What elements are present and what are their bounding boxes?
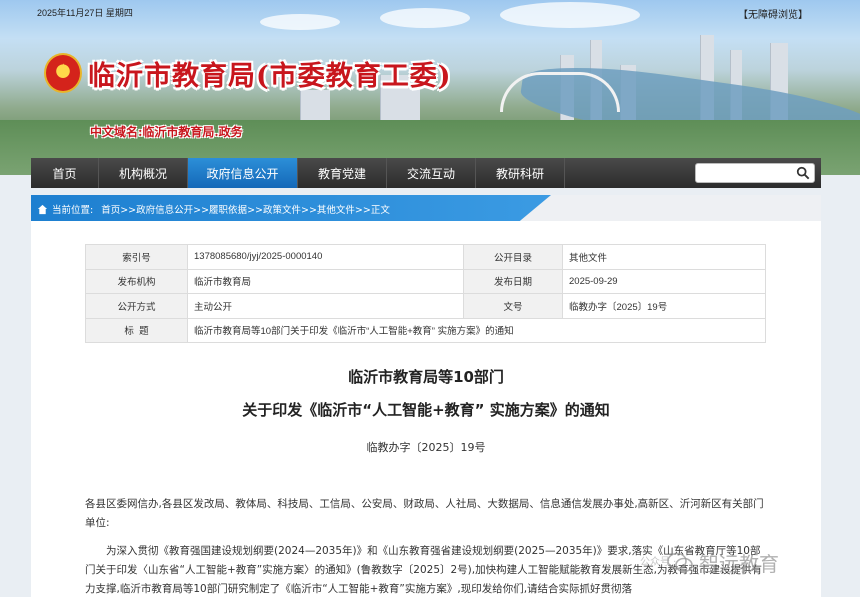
search-input[interactable] bbox=[696, 167, 791, 186]
cloud-decoration bbox=[380, 8, 470, 28]
breadcrumb-current: >>正文 bbox=[354, 205, 390, 216]
main-nav: 首页 机构概况 政府信息公开 教育党建 交流互动 教研科研 bbox=[31, 158, 821, 188]
table-row: 公开方式 主动公开 文号 临教办字〔2025〕19号 bbox=[85, 293, 766, 319]
nav-gov-info[interactable]: 政府信息公开 bbox=[188, 158, 298, 188]
date-value: 2025-09-29 bbox=[562, 268, 766, 294]
domain-name: 中文域名:临沂市教育局.政务 bbox=[90, 125, 243, 139]
watermark: 智远教育 bbox=[667, 548, 779, 577]
index-value: 1378085680/jyj/2025-0000140 bbox=[187, 244, 464, 270]
breadcrumb-label: 当前位置: bbox=[52, 205, 94, 216]
search-box bbox=[695, 163, 815, 186]
breadcrumb: 当前位置: 首页 >>政府信息公开 >>履职依据 >>政策文件 >>其他文件 >… bbox=[37, 202, 390, 216]
catalog-value: 其他文件 bbox=[562, 244, 766, 270]
article-title-line1: 临沂市教育局等10部门 bbox=[348, 368, 504, 386]
docno-value: 临教办字〔2025〕19号 bbox=[562, 293, 766, 319]
site-title: 临沂市教育局(市委教育工委) bbox=[88, 61, 452, 92]
accessibility-link[interactable]: 【无障碍浏览】 bbox=[738, 6, 808, 21]
home-icon bbox=[37, 204, 48, 214]
current-date: 2025年11月27日 星期四 bbox=[37, 8, 133, 18]
wechat-icon bbox=[667, 552, 693, 572]
issuer-label: 发布机构 bbox=[85, 268, 188, 294]
table-row: 标 题 临沂市教育局等10部门关于印发《临沂市“人工智能+教育” 实施方案》的通… bbox=[85, 317, 766, 343]
breadcrumb-duty-basis[interactable]: >>履职依据 bbox=[193, 202, 247, 216]
table-row: 索引号 1378085680/jyj/2025-0000140 公开目录 其他文… bbox=[85, 244, 766, 270]
article-paragraph-1: 各县区委网信办,各县区发改局、教体局、科技局、工信局、公安局、财政局、人社局、大… bbox=[85, 498, 764, 529]
nav-home[interactable]: 首页 bbox=[31, 158, 99, 188]
nav-interaction[interactable]: 交流互动 bbox=[387, 158, 476, 188]
article-doc-number: 临教办字〔2025〕19号 bbox=[366, 441, 486, 454]
breadcrumb-gov-info[interactable]: >>政府信息公开 bbox=[120, 202, 193, 216]
date-label: 发布日期 bbox=[463, 268, 563, 294]
breadcrumb-bar: 当前位置: 首页 >>政府信息公开 >>履职依据 >>政策文件 >>其他文件 >… bbox=[31, 195, 821, 221]
breadcrumb-policy-files[interactable]: >>政策文件 bbox=[247, 202, 301, 216]
nav-party-building[interactable]: 教育党建 bbox=[298, 158, 387, 188]
index-label: 索引号 bbox=[85, 244, 188, 270]
title-label: 标 题 bbox=[85, 317, 188, 343]
search-icon[interactable] bbox=[796, 166, 810, 180]
article-title-line2: 关于印发《临沂市“人工智能+教育” 实施方案》的通知 bbox=[242, 401, 610, 419]
bridge-decoration bbox=[500, 72, 620, 112]
mode-value: 主动公开 bbox=[187, 293, 464, 319]
mode-label: 公开方式 bbox=[85, 293, 188, 319]
header-banner: 2025年11月27日 星期四 【无障碍浏览】 临沂市教育局(市委教育工委) 中… bbox=[0, 0, 860, 175]
cloud-decoration bbox=[500, 2, 640, 28]
nav-research[interactable]: 教研科研 bbox=[476, 158, 565, 188]
table-row: 发布机构 临沂市教育局 发布日期 2025-09-29 bbox=[85, 268, 766, 294]
document-meta-table: 索引号 1378085680/jyj/2025-0000140 公开目录 其他文… bbox=[85, 244, 766, 343]
docno-label: 文号 bbox=[463, 293, 563, 319]
issuer-value: 临沂市教育局 bbox=[187, 268, 464, 294]
watermark-text: 智远教育 bbox=[699, 552, 779, 576]
national-emblem-icon bbox=[44, 53, 82, 93]
title-value: 临沂市教育局等10部门关于印发《临沂市“人工智能+教育” 实施方案》的通知 bbox=[187, 317, 766, 343]
breadcrumb-home[interactable]: 首页 bbox=[101, 202, 120, 216]
cloud-decoration bbox=[260, 14, 340, 30]
content-panel: 当前位置: 首页 >>政府信息公开 >>履职依据 >>政策文件 >>其他文件 >… bbox=[31, 195, 821, 597]
breadcrumb-other-files[interactable]: >>其他文件 bbox=[301, 202, 355, 216]
catalog-label: 公开目录 bbox=[463, 244, 563, 270]
nav-organization[interactable]: 机构概况 bbox=[99, 158, 188, 188]
